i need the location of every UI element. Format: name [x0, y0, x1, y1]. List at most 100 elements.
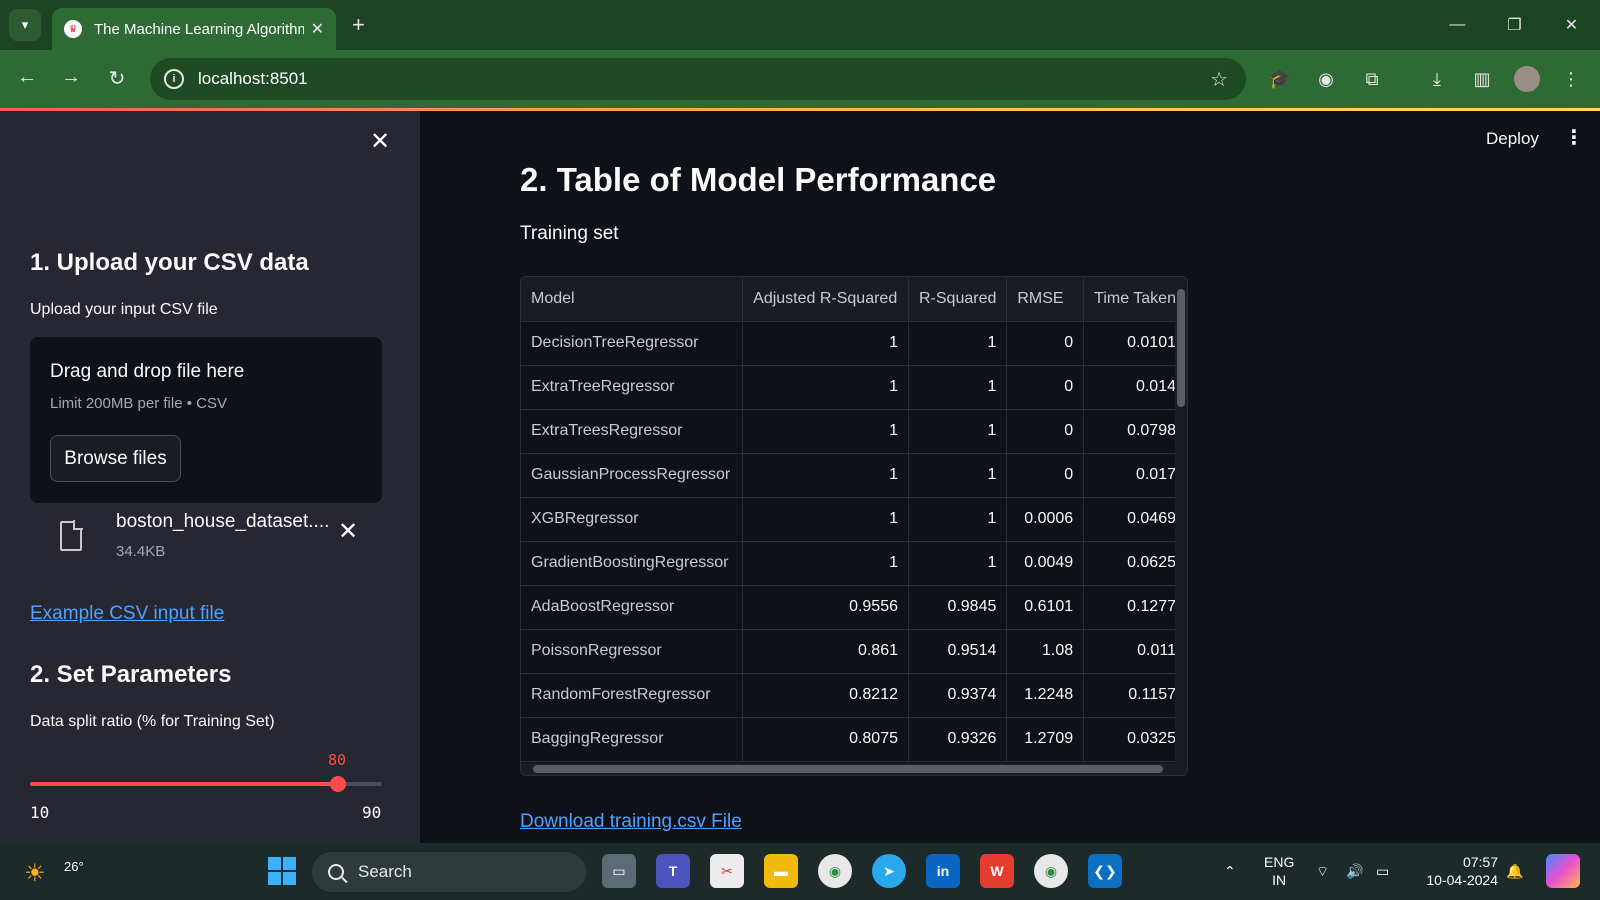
- extensions-puzzle-icon[interactable]: ⧉: [1357, 64, 1387, 94]
- back-arrow-icon[interactable]: ←: [14, 66, 40, 89]
- url-text[interactable]: localhost:8501: [198, 69, 308, 89]
- cell-time-taken[interactable]: 0.017: [1083, 453, 1187, 498]
- cell-time-taken[interactable]: 0.1277: [1083, 585, 1187, 630]
- vertical-scroll-thumb[interactable]: [1177, 289, 1185, 407]
- cell-rmse[interactable]: 0: [1006, 321, 1085, 366]
- wps-office-icon[interactable]: W: [980, 854, 1014, 888]
- tab-close-icon[interactable]: ✕: [311, 19, 324, 39]
- cell-rmse[interactable]: 1.2709: [1006, 717, 1085, 762]
- cell-r-squared[interactable]: 0.9514: [908, 629, 1008, 674]
- cell-model[interactable]: PoissonRegressor: [521, 629, 744, 674]
- cell-adjusted-r-squared[interactable]: 0.8075: [742, 717, 909, 762]
- horizontal-scroll-thumb[interactable]: [533, 765, 1163, 773]
- teams-icon[interactable]: T: [656, 854, 690, 888]
- restore-button[interactable]: ❐: [1486, 0, 1543, 50]
- cell-rmse[interactable]: 0: [1006, 365, 1085, 410]
- cell-rmse[interactable]: 0.0049: [1006, 541, 1085, 586]
- cell-adjusted-r-squared[interactable]: 1: [742, 321, 909, 366]
- cell-rmse[interactable]: 1.2248: [1006, 673, 1085, 718]
- cell-adjusted-r-squared[interactable]: 1: [742, 453, 909, 498]
- example-csv-link[interactable]: Example CSV input file: [30, 603, 224, 625]
- browser-menu-icon[interactable]: ⋮: [1556, 64, 1586, 94]
- download-training-csv-link[interactable]: Download training.csv File: [520, 811, 742, 833]
- column-header-adjusted-r-squared[interactable]: Adjusted R-Squared: [742, 277, 909, 322]
- new-tab-button[interactable]: +: [352, 12, 365, 38]
- cell-rmse[interactable]: 0: [1006, 453, 1085, 498]
- notification-bell-icon[interactable]: 🔔: [1506, 843, 1523, 900]
- cell-model[interactable]: ExtraTreesRegressor: [521, 409, 744, 454]
- cell-r-squared[interactable]: 0.9326: [908, 717, 1008, 762]
- cell-model[interactable]: AdaBoostRegressor: [521, 585, 744, 630]
- cell-r-squared[interactable]: 1: [908, 409, 1008, 454]
- cell-time-taken[interactable]: 0.0798: [1083, 409, 1187, 454]
- cell-model[interactable]: GaussianProcessRegressor: [521, 453, 744, 498]
- cell-r-squared[interactable]: 1: [908, 365, 1008, 410]
- telegram-icon[interactable]: ➤: [872, 854, 906, 888]
- file-explorer-icon[interactable]: ▬: [764, 854, 798, 888]
- cell-r-squared[interactable]: 0.9845: [908, 585, 1008, 630]
- cell-rmse[interactable]: 0.6101: [1006, 585, 1085, 630]
- split-ratio-slider[interactable]: [30, 776, 382, 792]
- cell-r-squared[interactable]: 1: [908, 453, 1008, 498]
- file-dropzone[interactable]: Drag and drop file here Limit 200MB per …: [30, 337, 382, 503]
- system-clock[interactable]: 07:57 10-04-2024: [1418, 853, 1498, 889]
- tray-overflow-chevron-icon[interactable]: ⌃: [1224, 843, 1236, 900]
- column-header-rmse[interactable]: RMSE: [1006, 277, 1085, 322]
- wifi-icon[interactable]: ⌔: [1316, 843, 1329, 900]
- cell-time-taken[interactable]: 0.0325: [1083, 717, 1187, 762]
- download-icon[interactable]: ⤓: [1422, 64, 1452, 94]
- cell-model[interactable]: ExtraTreeRegressor: [521, 365, 744, 410]
- window-close-button[interactable]: ✕: [1543, 0, 1600, 50]
- browser-tab[interactable]: ♛ The Machine Learning Algorithm Compari…: [52, 8, 336, 50]
- cell-model[interactable]: RandomForestRegressor: [521, 673, 744, 718]
- cell-adjusted-r-squared[interactable]: 1: [742, 365, 909, 410]
- cell-rmse[interactable]: 0.0006: [1006, 497, 1085, 542]
- cell-adjusted-r-squared[interactable]: 0.861: [742, 629, 909, 674]
- browse-files-button[interactable]: Browse files: [50, 435, 181, 482]
- cell-model[interactable]: XGBRegressor: [521, 497, 744, 542]
- copilot-icon[interactable]: [1546, 854, 1580, 888]
- reload-icon[interactable]: ↻: [104, 66, 130, 91]
- column-header-time-taken[interactable]: Time Taken: [1083, 277, 1187, 322]
- app-menu-icon[interactable]: ⋮: [1564, 125, 1584, 150]
- performance-table[interactable]: Model Adjusted R-Squared R-Squared RMSE …: [520, 276, 1188, 776]
- cell-time-taken[interactable]: 0.0101: [1083, 321, 1187, 366]
- input-language-indicator[interactable]: ENG IN: [1264, 853, 1294, 889]
- sidebar-close-icon[interactable]: ✕: [370, 127, 390, 156]
- task-view-icon[interactable]: ▭: [602, 854, 636, 888]
- cell-r-squared[interactable]: 1: [908, 497, 1008, 542]
- snipping-tool-icon[interactable]: ✂: [710, 854, 744, 888]
- cell-time-taken[interactable]: 0.014: [1083, 365, 1187, 410]
- cell-adjusted-r-squared[interactable]: 1: [742, 541, 909, 586]
- weather-widget[interactable]: ☀ 26°: [24, 853, 84, 889]
- chrome-icon[interactable]: ◉: [818, 854, 852, 888]
- cell-adjusted-r-squared[interactable]: 0.9556: [742, 585, 909, 630]
- taskbar-search[interactable]: Search: [312, 852, 586, 892]
- forward-arrow-icon[interactable]: →: [58, 66, 84, 89]
- chrome-extension-icon[interactable]: ◉: [1311, 64, 1341, 94]
- remove-file-icon[interactable]: ✕: [338, 517, 358, 546]
- extension-hat-icon[interactable]: 🎓: [1265, 64, 1295, 94]
- cell-rmse[interactable]: 1.08: [1006, 629, 1085, 674]
- cell-r-squared[interactable]: 1: [908, 321, 1008, 366]
- cell-time-taken[interactable]: 0.0469: [1083, 497, 1187, 542]
- volume-icon[interactable]: 🔊: [1346, 843, 1363, 900]
- minimize-button[interactable]: —: [1429, 0, 1486, 50]
- column-header-model[interactable]: Model: [521, 277, 744, 322]
- table-vertical-scrollbar[interactable]: [1175, 277, 1187, 765]
- cell-time-taken[interactable]: 0.1157: [1083, 673, 1187, 718]
- cell-r-squared[interactable]: 0.9374: [908, 673, 1008, 718]
- cell-time-taken[interactable]: 0.011: [1083, 629, 1187, 674]
- cell-adjusted-r-squared[interactable]: 1: [742, 497, 909, 542]
- column-header-r-squared[interactable]: R-Squared: [908, 277, 1008, 322]
- table-horizontal-scrollbar[interactable]: [521, 763, 1187, 775]
- tab-search-button[interactable]: ▾: [9, 9, 41, 41]
- side-panel-icon[interactable]: ▥: [1467, 64, 1497, 94]
- chrome-profile-icon[interactable]: ◉: [1034, 854, 1068, 888]
- cell-model[interactable]: BaggingRegressor: [521, 717, 744, 762]
- deploy-button[interactable]: Deploy: [1486, 129, 1539, 149]
- slider-thumb[interactable]: [330, 776, 346, 792]
- vscode-icon[interactable]: ❮❯: [1088, 854, 1122, 888]
- cell-adjusted-r-squared[interactable]: 1: [742, 409, 909, 454]
- cell-rmse[interactable]: 0: [1006, 409, 1085, 454]
